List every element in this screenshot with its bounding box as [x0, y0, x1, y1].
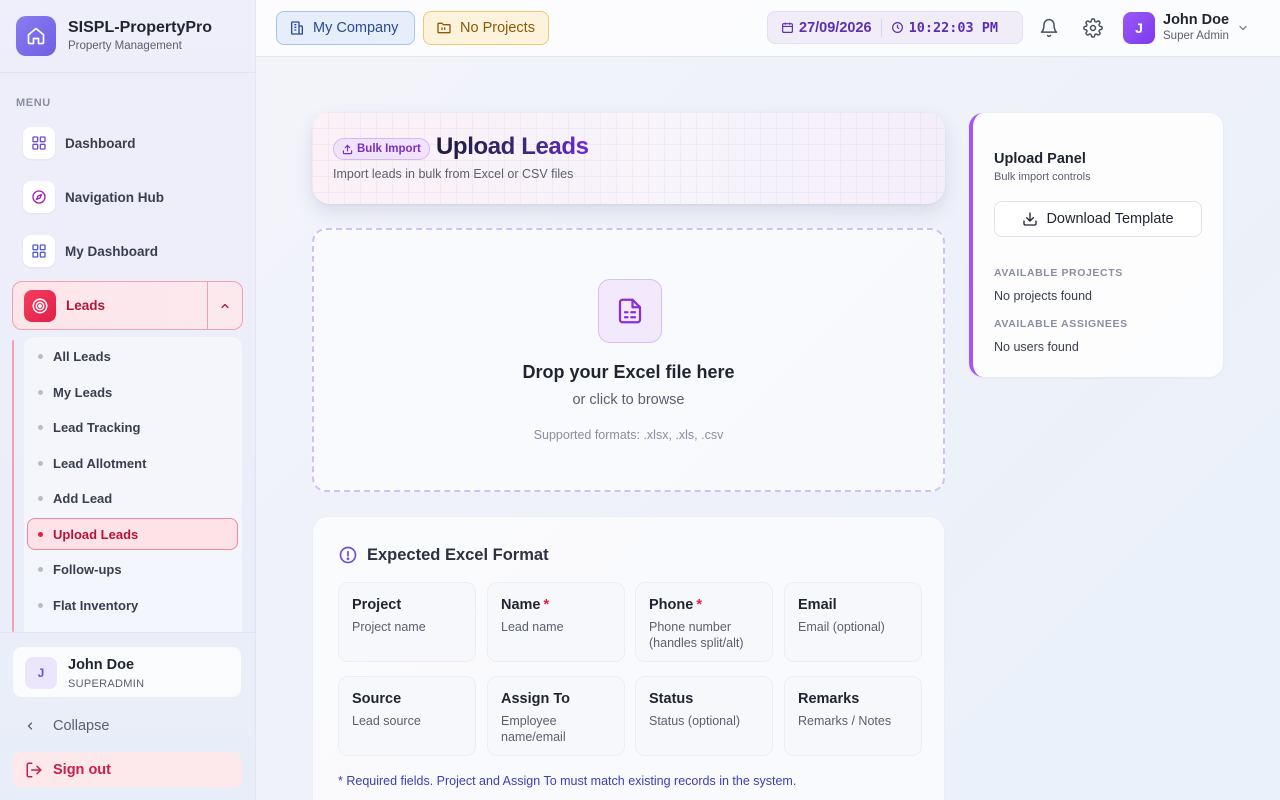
gear-icon[interactable] — [1081, 16, 1105, 40]
date-display: 27/09/2026 — [781, 20, 872, 36]
bell-icon[interactable] — [1037, 16, 1061, 40]
sign-out-button[interactable]: Sign out — [12, 752, 242, 788]
home-icon[interactable] — [16, 16, 56, 56]
download-icon — [1023, 212, 1038, 226]
menu-label: MENU — [16, 97, 51, 109]
required-fields-note: * Required fields. Project and Assign To… — [338, 774, 797, 788]
target-icon — [24, 289, 56, 322]
user-name: John Doe — [1163, 12, 1230, 28]
page-title: Upload Leads — [436, 133, 589, 160]
format-field-name: Name * Lead name — [487, 582, 625, 662]
file-dropzone[interactable]: Drop your Excel file here or click to br… — [312, 228, 945, 492]
sidebar-item-label: Dashboard — [65, 135, 136, 151]
format-field-assign-to: Assign To Employee name/email — [487, 676, 625, 756]
upload-panel: Upload Panel Bulk import controls Downlo… — [969, 113, 1223, 377]
sidebar-item-label: Navigation Hub — [65, 189, 165, 205]
format-field-email: Email Email (optional) — [784, 582, 922, 662]
available-assignees-label: AVAILABLE ASSIGNEES — [994, 318, 1128, 330]
spreadsheet-file-icon — [598, 279, 662, 343]
chevron-left-icon — [24, 720, 36, 732]
grid-icon — [23, 127, 55, 159]
page-subtitle: Import leads in bulk from Excel or CSV f… — [333, 167, 574, 181]
brand-subtitle: Property Management — [68, 40, 182, 52]
time-display: 10:22:03 PM — [891, 20, 998, 36]
avatar: J — [25, 657, 57, 689]
sidebar: SISPL-PropertyPro Property Management ME… — [0, 0, 256, 800]
submenu-item-my-leads[interactable]: My Leads — [28, 377, 238, 407]
chevron-down-icon — [1237, 21, 1249, 39]
submenu-item-lead-allotment[interactable]: Lead Allotment — [28, 448, 238, 478]
dropzone-subtitle: or click to browse — [572, 392, 685, 408]
page-header: Bulk Import Upload Leads Import leads in… — [312, 112, 945, 204]
format-field-project: Project Project name — [338, 582, 476, 662]
submenu-item-upload-leads[interactable]: Upload Leads — [27, 518, 238, 550]
sidebar-item-my-dashboard[interactable]: My Dashboard — [12, 229, 243, 273]
date-time-display: 27/09/2026 10:22:03 PM — [767, 11, 1023, 44]
submenu-item-add-lead[interactable]: Add Lead — [28, 483, 238, 513]
project-selector[interactable]: No Projects — [423, 11, 549, 45]
sidebar-footer: J John Doe SUPERADMIN Collapse Sign out — [0, 632, 256, 800]
sidebar-item-label: My Dashboard — [65, 243, 159, 259]
submenu-item-all-leads[interactable]: All Leads — [28, 341, 238, 371]
grid-icon — [23, 235, 55, 267]
avatar: J — [1123, 12, 1155, 44]
submenu-item-follow-ups[interactable]: Follow-ups — [28, 554, 238, 584]
brand-name: SISPL-PropertyPro — [68, 19, 213, 36]
user-role: Super Admin — [1163, 30, 1229, 42]
available-assignees-value: No users found — [994, 340, 1079, 354]
user-menu[interactable]: J John Doe Super Admin — [1123, 11, 1253, 45]
expected-format-card: Expected Excel Format Project Project na… — [312, 516, 945, 800]
available-projects-label: AVAILABLE PROJECTS — [994, 267, 1123, 279]
log-out-icon — [25, 761, 43, 779]
clock-icon — [891, 22, 903, 33]
sidebar-item-navigation-hub[interactable]: Navigation Hub — [12, 175, 243, 219]
collapse-label: Collapse — [53, 718, 110, 734]
brand: SISPL-PropertyPro Property Management — [0, 0, 256, 73]
submenu-rail — [12, 340, 14, 632]
user-name: John Doe — [68, 657, 135, 673]
calendar-icon — [782, 22, 793, 33]
sign-out-label: Sign out — [53, 762, 111, 778]
sidebar-item-dashboard[interactable]: Dashboard — [12, 121, 243, 165]
required-marker: * — [696, 597, 702, 613]
panel-title: Upload Panel — [994, 151, 1086, 167]
panel-subtitle: Bulk import controls — [994, 171, 1091, 183]
sidebar-user-card[interactable]: J John Doe SUPERADMIN — [12, 646, 242, 698]
company-selector[interactable]: My Company — [276, 11, 415, 45]
company-label: My Company — [313, 20, 399, 36]
compass-icon — [23, 181, 55, 213]
submenu-item-flat-inventory[interactable]: Flat Inventory — [28, 590, 238, 620]
leads-submenu: All Leads My Leads Lead Tracking Lead Al… — [24, 337, 242, 632]
chevron-up-icon[interactable] — [207, 282, 242, 329]
sidebar-item-label: Leads — [66, 298, 106, 313]
format-field-source: Source Lead source — [338, 676, 476, 756]
folder-icon — [436, 20, 452, 36]
dropzone-title: Drop your Excel file here — [522, 362, 735, 382]
topbar: My Company No Projects 27/09/2026 10:22:… — [256, 0, 1280, 57]
format-field-remarks: Remarks Remarks / Notes — [784, 676, 922, 756]
upload-icon — [342, 144, 353, 154]
download-template-button[interactable]: Download Template — [994, 201, 1202, 237]
user-role: SUPERADMIN — [68, 678, 145, 690]
format-field-phone: Phone * Phone number (handles split/alt) — [635, 582, 773, 662]
available-projects-value: No projects found — [994, 289, 1092, 303]
format-field-status: Status Status (optional) — [635, 676, 773, 756]
submenu-item-lead-tracking[interactable]: Lead Tracking — [28, 412, 238, 442]
format-heading: Expected Excel Format — [338, 545, 549, 565]
building-icon — [289, 20, 305, 36]
collapse-button[interactable]: Collapse — [24, 717, 109, 735]
alert-circle-icon — [339, 546, 357, 564]
project-label: No Projects — [460, 20, 535, 36]
sidebar-item-leads[interactable]: Leads — [12, 281, 243, 330]
required-marker: * — [543, 597, 550, 613]
bulk-import-badge: Bulk Import — [333, 138, 430, 160]
supported-formats: Supported formats: .xlsx, .xls, .csv — [533, 428, 724, 442]
